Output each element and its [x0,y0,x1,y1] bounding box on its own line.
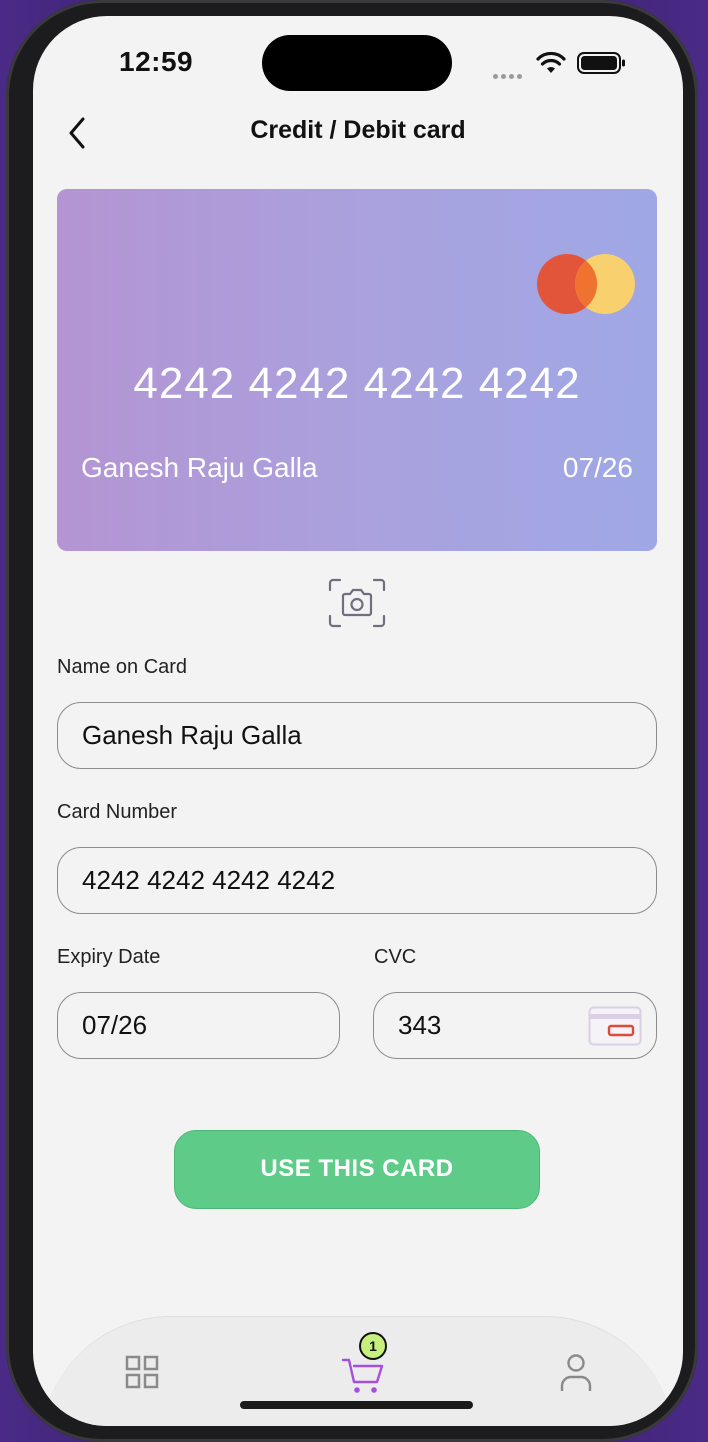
cvc-input[interactable] [398,993,554,1058]
screen: 12:59 Credit / Debit card 4242 4242 4242… [33,16,683,1426]
cart-badge: 1 [359,1332,387,1360]
card-back-icon [588,1006,642,1046]
expiry-date-field[interactable] [57,992,340,1059]
tab-bar: 1 [41,1316,675,1426]
name-on-card-input[interactable] [82,703,561,768]
page-title: Credit / Debit card [250,116,466,144]
cvc-field[interactable] [373,992,657,1059]
use-this-card-button[interactable]: USE THIS CARD [174,1130,540,1209]
status-time: 12:59 [119,46,194,77]
card-preview-number: 4242 4242 4242 4242 [133,359,581,408]
card-preview-holder: Ganesh Raju Galla [81,452,318,483]
expiry-date-input[interactable] [82,993,307,1058]
cart-icon[interactable] [341,1355,387,1395]
mastercard-logo-icon [537,254,635,314]
dynamic-island [262,35,452,91]
card-preview: 4242 4242 4242 4242 Ganesh Raju Galla 07… [57,189,657,551]
home-indicator [240,1401,473,1409]
wifi-icon [536,51,566,73]
expiry-date-label: Expiry Date [57,946,161,968]
user-icon[interactable] [559,1353,593,1393]
card-preview-expiry: 07/26 [562,452,633,483]
camera-scan-icon[interactable] [328,578,386,628]
name-on-card-label: Name on Card [57,656,188,678]
grid-icon[interactable] [125,1355,159,1389]
card-number-field[interactable] [57,847,657,914]
cvc-label: CVC [374,946,417,968]
battery-icon [577,52,625,74]
card-number-label: Card Number [57,801,178,823]
cellular-signal-icon [493,66,525,84]
phone-frame: 12:59 Credit / Debit card 4242 4242 4242… [6,0,698,1442]
card-number-input[interactable] [82,848,561,913]
name-on-card-field[interactable] [57,702,657,769]
